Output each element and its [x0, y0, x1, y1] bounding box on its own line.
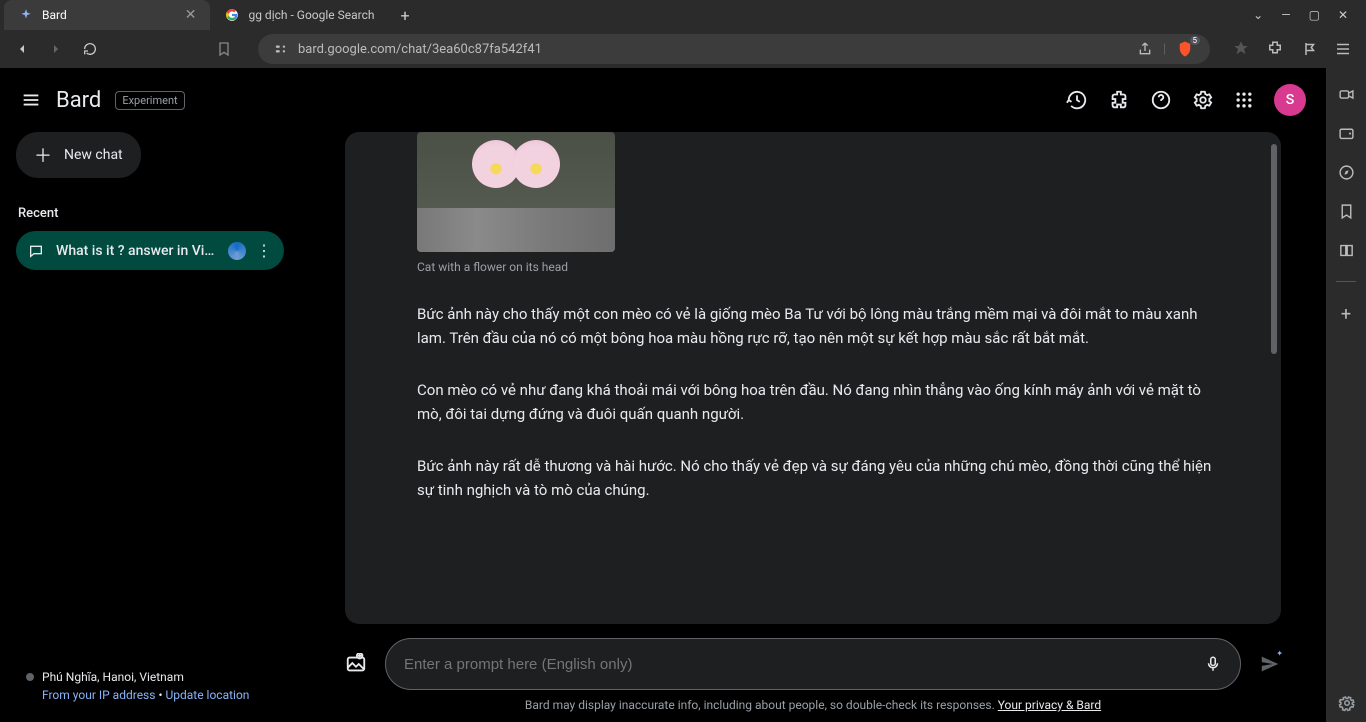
site-settings-icon[interactable] [274, 42, 288, 56]
tab-title: gg dịch - Google Search [248, 8, 374, 22]
forward-icon [48, 41, 68, 57]
bard-sparkle-icon [18, 7, 34, 23]
sidebar-footer: Phú Nghĩa, Hanoi, Vietnam From your IP a… [16, 670, 284, 722]
media-icon[interactable] [1300, 40, 1318, 58]
ip-address-link[interactable]: From your IP address [42, 688, 155, 702]
chat-bubble-icon [28, 243, 46, 259]
wallet-icon[interactable] [1338, 125, 1355, 142]
rewards-icon[interactable] [1232, 40, 1250, 58]
browser-tab-google[interactable]: gg dịch - Google Search [210, 0, 388, 30]
plus-icon: ＋ [34, 142, 52, 168]
chat-item-menu-icon[interactable]: ⋮ [256, 241, 272, 260]
response-paragraph: Bức ảnh này rất dễ thương và hài hước. N… [417, 454, 1223, 502]
response-paragraph: Bức ảnh này cho thấy một con mèo có vẻ l… [417, 302, 1223, 350]
privacy-link[interactable]: Your privacy & Bard [998, 698, 1101, 712]
new-chat-button[interactable]: ＋ New chat [16, 132, 141, 178]
scrollbar[interactable] [1271, 144, 1277, 354]
close-icon[interactable]: ✕ [185, 7, 197, 23]
disclaimer: Bard may display inaccurate info, includ… [345, 698, 1281, 722]
url-bar[interactable]: bard.google.com/chat/3ea60c87fa542f41 | … [258, 34, 1210, 64]
minimize-icon[interactable]: ― [1281, 8, 1290, 22]
back-icon[interactable] [14, 41, 34, 57]
microphone-icon[interactable] [1204, 655, 1222, 673]
input-row: ✦ [345, 634, 1281, 698]
browser-navbar: bard.google.com/chat/3ea60c87fa542f41 | … [0, 30, 1366, 68]
response-image [417, 132, 615, 252]
send-icon[interactable]: ✦ [1259, 653, 1281, 675]
chat-item-title: What is it ? answer in Viet... [56, 243, 218, 259]
compass-icon[interactable] [1338, 164, 1355, 181]
video-call-icon[interactable] [1338, 86, 1355, 103]
response-actions: ⋮ [345, 604, 1281, 624]
shield-count: 5 [1190, 36, 1201, 45]
experiment-badge: Experiment [115, 91, 184, 110]
history-icon[interactable] [1066, 89, 1088, 111]
browser-tab-bard[interactable]: Bard ✕ [4, 0, 210, 30]
update-location-link[interactable]: Update location [165, 688, 249, 702]
response-card: Cat with a flower on its head Bức ảnh nà… [345, 132, 1281, 624]
reading-list-icon[interactable] [1338, 242, 1355, 259]
apps-grid-icon[interactable] [1234, 90, 1254, 110]
url-text: bard.google.com/chat/3ea60c87fa542f41 [298, 42, 542, 57]
sidebar: ＋ New chat Recent What is it ? answer in… [0, 132, 300, 722]
tab-title: Bard [42, 8, 67, 22]
settings-icon[interactable] [1192, 89, 1214, 111]
close-window-icon[interactable]: ✕ [1338, 8, 1348, 22]
reload-icon[interactable] [82, 41, 102, 57]
response-paragraph: Con mèo có vẻ như đang khá thoải mái với… [417, 378, 1223, 426]
maximize-icon[interactable]: ▢ [1309, 8, 1320, 22]
new-chat-label: New chat [64, 147, 123, 163]
sparkle-icon: ✦ [1276, 649, 1283, 658]
chat-history-item[interactable]: What is it ? answer in Viet... ⋮ [16, 231, 284, 270]
brave-shield-icon[interactable]: 5 [1176, 40, 1194, 58]
bard-logo: Bard [56, 88, 101, 113]
bookmark-rail-icon[interactable] [1338, 203, 1355, 220]
prompt-input[interactable] [404, 656, 1192, 673]
browser-menu-icon[interactable] [1334, 40, 1352, 58]
chat-area: Cat with a flower on its head Bức ảnh nà… [333, 132, 1293, 722]
location-text: Phú Nghĩa, Hanoi, Vietnam [26, 670, 274, 684]
image-caption: Cat with a flower on its head [417, 260, 1223, 274]
google-favicon-icon [224, 7, 240, 23]
extensions-icon[interactable] [1266, 40, 1284, 58]
bookmark-icon[interactable] [216, 41, 232, 57]
help-icon[interactable] [1150, 89, 1172, 111]
tab-dropdown-icon[interactable]: ⌄ [1253, 8, 1263, 22]
bard-header: Bard Experiment S [0, 68, 1326, 132]
new-tab-button[interactable]: + [389, 6, 422, 25]
page-settings-icon[interactable] [1338, 694, 1356, 712]
user-avatar[interactable]: S [1274, 84, 1306, 116]
share-icon[interactable] [1137, 41, 1153, 57]
prompt-input-box[interactable] [385, 638, 1241, 690]
loading-indicator-icon [228, 242, 246, 260]
browser-titlebar: Bard ✕ gg dịch - Google Search + ⌄ ― ▢ ✕ [0, 0, 1366, 30]
menu-icon[interactable] [20, 89, 42, 111]
browser-side-panel: + [1326, 68, 1366, 722]
recent-label: Recent [18, 206, 284, 221]
extensions-bard-icon[interactable] [1108, 89, 1130, 111]
upload-image-icon[interactable] [345, 653, 367, 675]
add-panel-icon[interactable]: + [1341, 304, 1351, 325]
